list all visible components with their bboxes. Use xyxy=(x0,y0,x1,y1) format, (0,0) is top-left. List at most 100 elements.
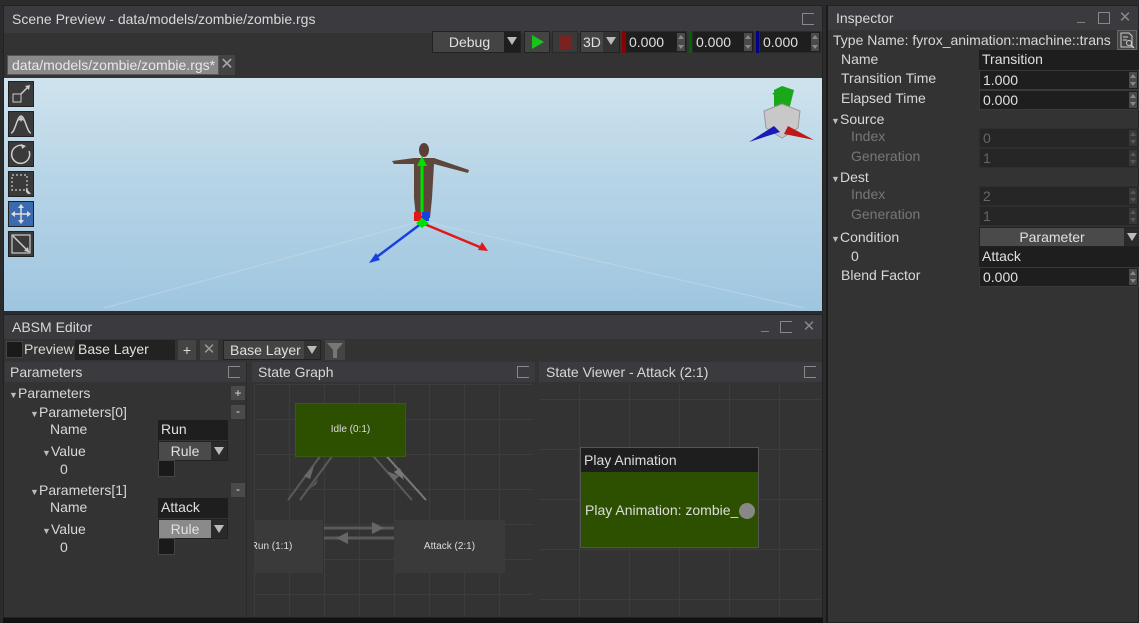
state-viewer-canvas[interactable]: Play Animation Play Animation: zombie_ xyxy=(539,384,822,617)
add-layer-button[interactable]: + xyxy=(178,340,196,360)
source-section[interactable]: ▼Source xyxy=(831,111,884,127)
state-node-run[interactable]: Run (1:1) xyxy=(254,520,323,573)
minimize-icon[interactable]: _ xyxy=(758,317,772,331)
link-icon xyxy=(12,85,30,103)
blend-factor-field[interactable]: 0.000 xyxy=(979,267,1139,287)
camera-x-field[interactable]: 0.000 xyxy=(625,31,687,53)
close-icon[interactable]: ✕ xyxy=(802,319,816,334)
name-value: Transition xyxy=(982,51,1043,67)
preview-checkbox[interactable] xyxy=(6,341,23,358)
parameter-item-0[interactable]: ▼Parameters[0] xyxy=(30,404,127,420)
spinner-icon[interactable] xyxy=(1129,92,1137,108)
state-node-attack[interactable]: Attack (2:1) xyxy=(394,520,505,573)
dest-section[interactable]: ▼Dest xyxy=(831,169,869,185)
layer-filter-button[interactable] xyxy=(325,340,345,360)
parameter-0-name-field[interactable]: Run xyxy=(158,420,228,440)
transition-time-value: 1.000 xyxy=(983,72,1019,88)
play-animation-node-header: Play Animation xyxy=(581,448,758,472)
rotate-tool[interactable] xyxy=(8,141,34,167)
state-graph-title: State Graph xyxy=(258,364,334,380)
spinner-icon[interactable] xyxy=(1129,269,1137,285)
parameter-0-checkbox[interactable] xyxy=(158,460,175,477)
chevron-down-icon xyxy=(304,341,320,359)
elapsed-time-field[interactable]: 0.000 xyxy=(979,90,1139,110)
remove-parameter-1-button[interactable]: - xyxy=(231,483,245,497)
condition-type-dropdown[interactable]: Parameter xyxy=(979,227,1139,247)
terrain-tool[interactable] xyxy=(8,111,34,137)
scale-tool[interactable] xyxy=(8,231,34,257)
state-node-idle[interactable]: Idle (0:1) xyxy=(295,403,406,457)
parameters-root[interactable]: ▼Parameters xyxy=(9,385,90,401)
minus-icon: - xyxy=(236,404,240,418)
view-mode-dropdown[interactable]: 3D xyxy=(580,31,620,53)
scene-viewport[interactable] xyxy=(4,78,822,311)
layer-name-field[interactable]: Base Layer xyxy=(75,340,175,360)
scene-tab-close-button[interactable]: ✕ xyxy=(219,55,235,75)
maximize-icon[interactable] xyxy=(517,366,529,378)
parameter-1-type-dropdown[interactable]: Rule xyxy=(158,519,228,539)
layer-dropdown[interactable]: Base Layer xyxy=(223,340,321,360)
dest-index-label: Index xyxy=(851,186,886,202)
name-field[interactable]: Transition xyxy=(979,50,1139,70)
state-graph-canvas[interactable]: Idle (0:1) Run (1:1) Attack (2:1) xyxy=(254,384,533,617)
close-icon[interactable]: ✕ xyxy=(1118,10,1132,25)
filter-icon xyxy=(327,343,343,358)
camera-z-field[interactable]: 0.000 xyxy=(759,31,821,53)
transition-time-field[interactable]: 1.000 xyxy=(979,70,1139,90)
play-animation-node-body: Play Animation: zombie_ xyxy=(585,502,739,518)
zombie-model[interactable] xyxy=(392,143,469,218)
parameter-1-sub-label: 0 xyxy=(60,539,68,555)
parameter-1-name-field[interactable]: Attack xyxy=(158,498,228,518)
absm-editor-panel: ABSM Editor _ ✕ Preview Base Layer + ✕ B… xyxy=(3,314,823,618)
scene-tab[interactable]: data/models/zombie/zombie.rgs* xyxy=(7,55,219,75)
source-generation-value: 1 xyxy=(983,150,991,166)
open-docs-button[interactable] xyxy=(1117,30,1137,50)
spinner-icon[interactable] xyxy=(1129,72,1137,88)
parameter-0-sub-label: 0 xyxy=(60,461,68,477)
camera-z-value: 0.000 xyxy=(763,34,799,50)
build-mode-dropdown[interactable]: Debug xyxy=(432,31,521,53)
select-link-tool[interactable] xyxy=(8,81,34,107)
chevron-down-icon xyxy=(1124,228,1139,246)
absm-editor-title: ABSM Editor xyxy=(12,319,93,335)
parameter-0-value-section[interactable]: ▼Value xyxy=(42,443,86,459)
parameter-0-type-dropdown[interactable]: Rule xyxy=(158,441,228,461)
add-parameter-button[interactable]: + xyxy=(231,386,245,400)
spinner-icon[interactable] xyxy=(677,33,685,51)
maximize-icon[interactable] xyxy=(780,321,792,333)
transition-run-attack[interactable] xyxy=(324,522,394,544)
parameter-1-type-value: Rule xyxy=(170,521,200,537)
move-tool[interactable] xyxy=(8,201,34,227)
parameter-1-value-section[interactable]: ▼Value xyxy=(42,521,86,537)
spinner-icon xyxy=(1129,150,1137,166)
orientation-gizmo[interactable] xyxy=(749,86,814,142)
absm-editor-titlebar: ABSM Editor _ ✕ xyxy=(4,315,822,339)
play-button[interactable] xyxy=(524,31,550,53)
spinner-icon[interactable] xyxy=(811,33,819,51)
spinner-icon[interactable] xyxy=(744,33,752,51)
minimize-icon[interactable]: _ xyxy=(1074,8,1088,22)
maximize-icon[interactable] xyxy=(228,366,240,378)
stop-button[interactable] xyxy=(552,31,578,53)
condition-section[interactable]: ▼Condition xyxy=(831,229,899,245)
layer-name-value: Base Layer xyxy=(78,341,149,357)
parameter-item-1[interactable]: ▼Parameters[1] xyxy=(30,482,127,498)
condition-parameter-field[interactable]: Attack xyxy=(979,247,1139,267)
camera-y-value: 0.000 xyxy=(696,34,732,50)
play-animation-node[interactable]: Play Animation Play Animation: zombie_ xyxy=(580,447,759,548)
camera-x-value: 0.000 xyxy=(629,34,665,50)
select-rect-tool[interactable] xyxy=(8,171,34,197)
remove-layer-button[interactable]: ✕ xyxy=(200,340,218,360)
maximize-icon[interactable] xyxy=(1098,12,1110,24)
remove-parameter-0-button[interactable]: - xyxy=(231,405,245,419)
parameter-0-label: Parameters[0] xyxy=(39,404,127,420)
maximize-icon[interactable] xyxy=(804,366,816,378)
expand-triangle-icon: ▼ xyxy=(9,390,18,400)
camera-y-field[interactable]: 0.000 xyxy=(692,31,754,53)
transition-time-label: Transition Time xyxy=(841,70,937,86)
blend-factor-label: Blend Factor xyxy=(841,267,921,283)
parameter-1-checkbox[interactable] xyxy=(158,538,175,555)
output-socket[interactable] xyxy=(739,503,755,519)
maximize-icon[interactable] xyxy=(802,13,814,25)
chevron-down-icon xyxy=(211,442,227,460)
